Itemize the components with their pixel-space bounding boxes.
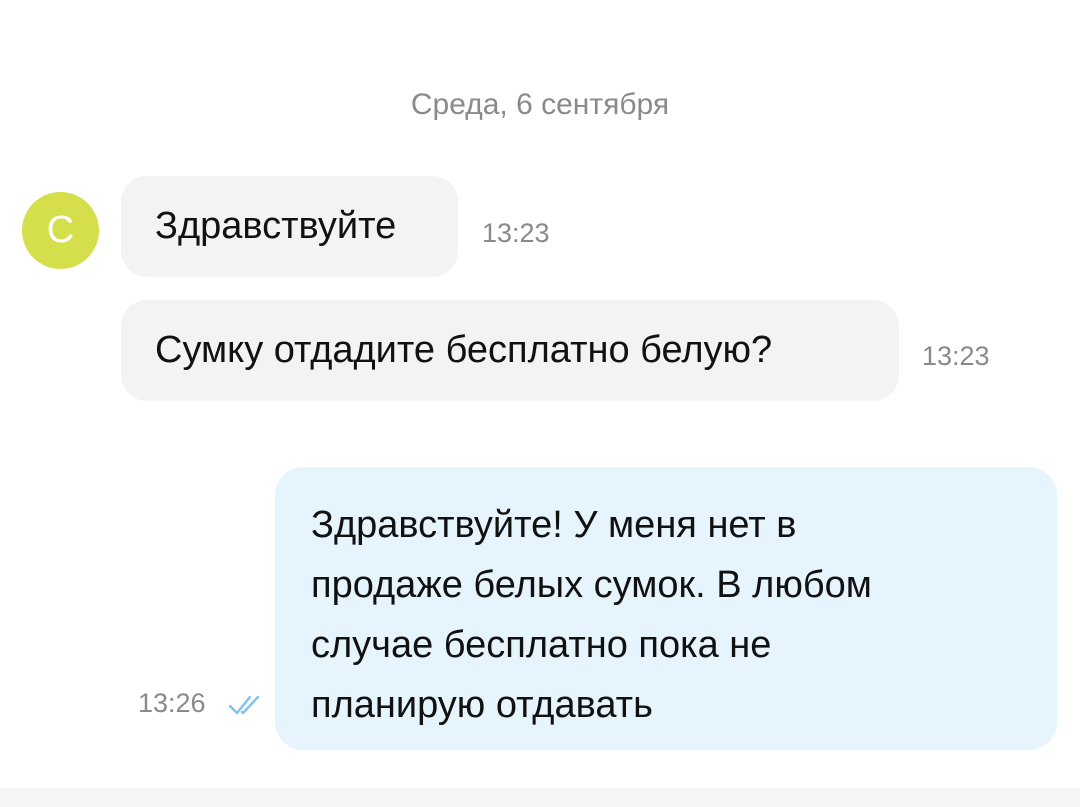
message-time: 13:23 (482, 218, 550, 248)
double-check-icon (228, 695, 260, 715)
message-text-line: Здравствуйте! У меня нет в (311, 504, 797, 546)
message-text-line: планирую отдавать (311, 684, 653, 726)
message-text: Сумку отдадите бесплатно белую? (155, 329, 773, 371)
message-time: 13:23 (922, 341, 990, 371)
bottom-divider (0, 788, 1080, 807)
avatar[interactable]: С (22, 192, 99, 269)
message-time: 13:26 (138, 688, 206, 718)
incoming-message-bubble[interactable]: Здравствуйте (121, 176, 458, 277)
outgoing-message-bubble[interactable]: Здравствуйте! У меня нет в продаже белых… (275, 467, 1057, 750)
avatar-letter: С (46, 209, 75, 251)
message-text: Здравствуйте (155, 205, 397, 247)
message-text-line: продаже белых сумок. В любом (311, 564, 872, 606)
date-separator: Среда, 6 сентября (410, 88, 670, 121)
incoming-message-bubble[interactable]: Сумку отдадите бесплатно белую? (121, 300, 899, 401)
message-text-line: случае бесплатно пока не (311, 624, 772, 666)
